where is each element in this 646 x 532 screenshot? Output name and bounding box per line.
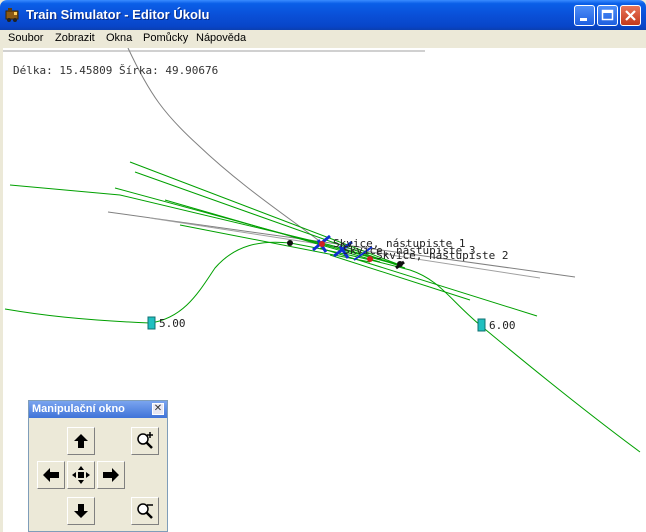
menu-zobrazit[interactable]: Zobrazit — [55, 32, 95, 44]
arrow-right-icon — [103, 468, 119, 482]
maximize-button[interactable] — [597, 5, 618, 26]
pan-down-button[interactable] — [67, 497, 95, 525]
km-marker-icon[interactable] — [147, 316, 156, 330]
pan-up-button[interactable] — [67, 427, 95, 455]
menu-soubor[interactable]: Soubor — [8, 32, 43, 44]
close-icon — [625, 10, 636, 21]
km-label-right: 6.00 — [489, 319, 516, 332]
arrow-up-icon — [74, 434, 88, 448]
menu-pomucky[interactable]: Pomůcky — [143, 32, 188, 44]
minimize-icon — [580, 18, 587, 21]
panel-title-bar[interactable]: Manipulační okno ✕ — [29, 401, 167, 418]
pan-left-button[interactable] — [37, 461, 65, 489]
zoom-in-icon — [137, 432, 153, 449]
maximize-icon — [601, 9, 614, 21]
title-bar[interactable]: Train Simulator - Editor Úkolu — [0, 0, 646, 30]
minimize-button[interactable] — [574, 5, 595, 26]
coordinates-readout: Délka: 15.45809 Šírka: 49.90676 — [13, 64, 219, 77]
zoom-out-button[interactable] — [131, 497, 159, 525]
zoom-out-icon — [137, 503, 153, 519]
arrow-down-icon — [74, 504, 88, 518]
panel-title: Manipulační okno — [32, 403, 125, 415]
close-button[interactable] — [620, 5, 641, 26]
move-center-icon — [72, 466, 90, 484]
station-label-2[interactable]: Skvice, nástupiste 2 — [376, 249, 508, 262]
pan-right-button[interactable] — [97, 461, 125, 489]
panel-close-button[interactable]: ✕ — [152, 403, 164, 415]
center-move-button[interactable] — [67, 461, 95, 489]
window-title: Train Simulator - Editor Úkolu — [26, 7, 210, 22]
manipulation-panel: Manipulační okno ✕ — [28, 400, 168, 532]
km-marker-icon[interactable] — [477, 318, 486, 332]
menu-okna[interactable]: Okna — [106, 32, 132, 44]
zoom-in-button[interactable] — [131, 427, 159, 455]
menu-bar: Soubor Zobrazit Okna Pomůcky Nápověda — [0, 30, 646, 48]
train-app-icon — [5, 8, 19, 22]
arrow-left-icon — [43, 468, 59, 482]
menu-napoveda[interactable]: Nápověda — [196, 32, 246, 44]
app-window: Train Simulator - Editor Úkolu Soubor Zo… — [0, 0, 646, 532]
km-label-left: 5.00 — [159, 317, 186, 330]
